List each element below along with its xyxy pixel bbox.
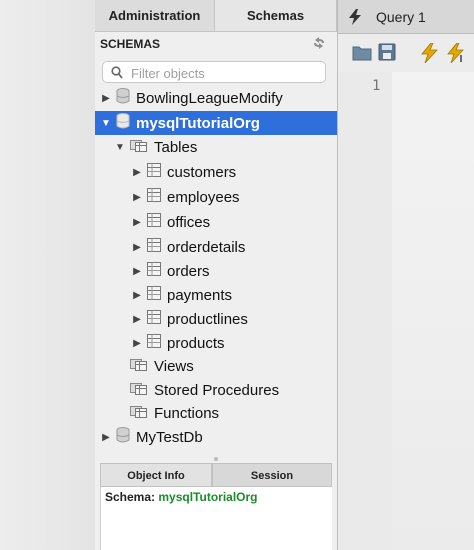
tab-schemas[interactable]: Schemas xyxy=(215,0,337,32)
table-icon xyxy=(147,262,161,280)
tree-item-stored-procedures[interactable]: Stored Procedures xyxy=(95,378,337,402)
sidebar-tab-bar: Administration Schemas xyxy=(95,0,337,32)
database-icon xyxy=(116,113,130,133)
table-row-orders[interactable]: ▶ orders xyxy=(95,259,337,283)
tree-label: Stored Procedures xyxy=(154,381,280,399)
table-name: customers xyxy=(167,163,237,181)
tab-session[interactable]: Session xyxy=(212,463,332,487)
lightning-cursor-icon[interactable] xyxy=(446,42,466,68)
table-folder-icon xyxy=(130,138,148,156)
schema-name: MyTestDb xyxy=(136,428,203,446)
table-row-employees[interactable]: ▶ employees xyxy=(95,185,337,209)
table-icon xyxy=(147,310,161,328)
table-name: payments xyxy=(167,286,233,304)
tree-label: Views xyxy=(154,357,194,375)
schemas-title: SCHEMAS xyxy=(100,37,161,51)
schema-row-bowlingleaguemodify[interactable]: ▶ BowlingLeagueModify xyxy=(95,86,337,110)
object-info-panel: Schema: mysqlTutorialOrg xyxy=(100,487,332,550)
query-editor-area: Query 1 1 xyxy=(338,0,474,550)
table-row-products[interactable]: ▶ products xyxy=(95,331,337,355)
tab-object-info[interactable]: Object Info xyxy=(100,463,212,487)
info-key: Schema: xyxy=(105,490,156,504)
tab-administration[interactable]: Administration xyxy=(95,0,215,32)
table-name: products xyxy=(167,334,225,352)
database-icon xyxy=(116,427,130,447)
search-input[interactable] xyxy=(129,64,323,82)
table-name: employees xyxy=(167,188,240,206)
search-icon xyxy=(111,66,123,84)
table-name: offices xyxy=(167,213,211,231)
table-icon xyxy=(147,286,161,304)
expand-arrow-icon[interactable]: ▶ xyxy=(100,93,112,104)
info-tab-bar: Object Info Session xyxy=(100,463,332,487)
tree-item-tables[interactable]: ▼ Tables xyxy=(95,135,337,159)
collapse-arrow-icon[interactable]: ▼ xyxy=(100,118,112,129)
query-tab-label: Query 1 xyxy=(376,9,426,25)
database-icon xyxy=(116,88,130,108)
table-name: orderdetails xyxy=(167,238,246,256)
table-icon xyxy=(147,188,161,206)
save-icon[interactable] xyxy=(378,43,396,66)
expand-arrow-icon[interactable]: ▶ xyxy=(131,167,143,178)
panel-splitter[interactable] xyxy=(100,457,332,462)
table-icon xyxy=(147,163,161,181)
tree-label: Tables xyxy=(154,138,198,156)
functions-folder-icon xyxy=(130,404,148,422)
schemas-header: SCHEMAS xyxy=(100,37,332,55)
collapse-arrow-icon[interactable]: ▼ xyxy=(114,142,126,153)
lightning-icon xyxy=(348,9,362,30)
views-folder-icon xyxy=(130,357,148,375)
tree-item-functions[interactable]: Functions xyxy=(95,401,337,425)
tree-label: Functions xyxy=(154,404,220,422)
table-row-customers[interactable]: ▶ customers xyxy=(95,160,337,184)
expand-arrow-icon[interactable]: ▶ xyxy=(100,432,112,443)
expand-arrow-icon[interactable]: ▶ xyxy=(131,338,143,349)
refresh-icon[interactable] xyxy=(312,37,326,52)
schema-name: mysqlTutorialOrg xyxy=(136,114,260,132)
filter-search-box[interactable] xyxy=(102,61,326,83)
lightning-icon[interactable] xyxy=(420,42,438,68)
editor-toolbar xyxy=(338,34,474,72)
tab-query-1[interactable]: Query 1 xyxy=(338,0,474,34)
schema-name: BowlingLeagueModify xyxy=(136,89,283,107)
procedures-folder-icon xyxy=(130,381,148,399)
info-value: mysqlTutorialOrg xyxy=(158,490,258,504)
expand-arrow-icon[interactable]: ▶ xyxy=(131,242,143,253)
table-row-offices[interactable]: ▶ offices xyxy=(95,210,337,234)
tree-item-views[interactable]: Views xyxy=(95,354,337,378)
schema-row-mytestdb[interactable]: ▶ MyTestDb xyxy=(95,425,337,449)
table-row-orderdetails[interactable]: ▶ orderdetails xyxy=(95,235,337,259)
table-row-payments[interactable]: ▶ payments xyxy=(95,283,337,307)
expand-arrow-icon[interactable]: ▶ xyxy=(131,192,143,203)
table-icon xyxy=(147,213,161,231)
table-name: orders xyxy=(167,262,210,280)
background-margin xyxy=(0,0,95,550)
line-number: 1 xyxy=(372,78,381,94)
navigator-sidebar: Administration Schemas SCHEMAS ▶ Bowling… xyxy=(95,0,338,550)
table-icon xyxy=(147,238,161,256)
line-number-gutter xyxy=(338,72,392,550)
expand-arrow-icon[interactable]: ▶ xyxy=(131,266,143,277)
table-icon xyxy=(147,334,161,352)
expand-arrow-icon[interactable]: ▶ xyxy=(131,217,143,228)
folder-open-icon[interactable] xyxy=(352,43,372,66)
table-row-productlines[interactable]: ▶ productlines xyxy=(95,307,337,331)
expand-arrow-icon[interactable]: ▶ xyxy=(131,314,143,325)
table-name: productlines xyxy=(167,310,248,328)
schema-row-mysqltutorialorg[interactable]: ▼ mysqlTutorialOrg xyxy=(95,111,337,135)
expand-arrow-icon[interactable]: ▶ xyxy=(131,290,143,301)
